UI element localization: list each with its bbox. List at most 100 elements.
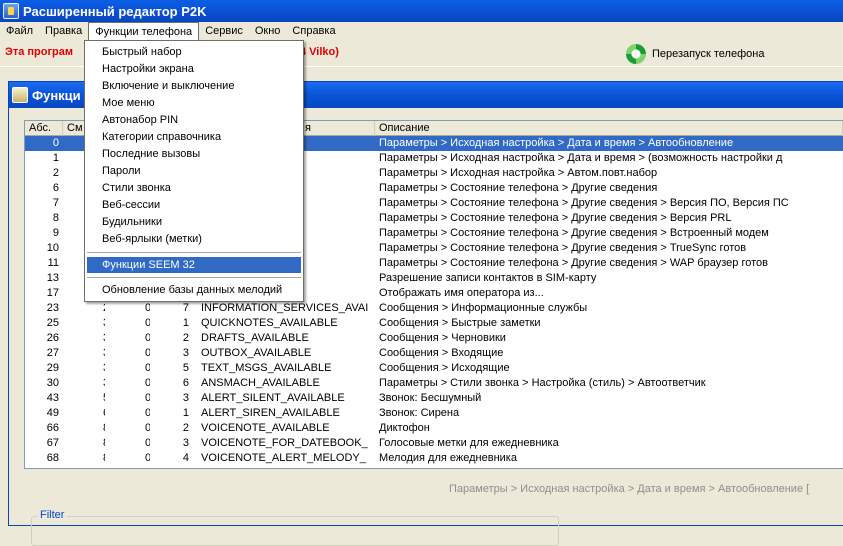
inner-window-title: Функци	[32, 87, 81, 103]
cell-description: Параметры > Исходная настройка > Дата и …	[379, 137, 734, 149]
filter-group	[31, 516, 559, 546]
restart-icon	[626, 44, 646, 64]
menu-item-my-menu[interactable]: Мое меню	[87, 95, 301, 111]
cell-description: Сообщения > Входящие	[379, 347, 504, 359]
menu-item-auto-pin[interactable]: Автонабор PIN	[87, 112, 301, 128]
menu-item-web-sessions[interactable]: Веб-сессии	[87, 197, 301, 213]
cell-offset: 3	[63, 346, 105, 361]
cell-description: Сообщения > Исходящие	[379, 362, 510, 374]
cell-description: Разрешение записи контактов в SIM-карту	[379, 272, 597, 284]
table-row[interactable]: 49 606 1 ALERT_SIREN_AVAILABLE Звонок: Сирен…	[25, 406, 843, 421]
cell-name: ANSMACH_AVAILABLE	[201, 377, 320, 389]
status-path: Параметры > Исходная настройка > Дата и …	[449, 483, 810, 495]
cell-description: Сообщения > Черновики	[379, 332, 506, 344]
cell-abs: 7	[52, 197, 59, 209]
window-title-bar: Расширенный редактор P2K	[0, 0, 843, 22]
cell-abs: 2	[52, 167, 59, 179]
cell-offset: 3	[63, 331, 105, 346]
menu-edit[interactable]: Правка	[39, 22, 88, 41]
menu-item-phonebook-categories[interactable]: Категории справочника	[87, 129, 301, 145]
column-header-description[interactable]: Описание	[375, 121, 843, 136]
filter-label: Filter	[37, 509, 68, 521]
menu-item-seem-32[interactable]: Функции SEEM 32	[87, 257, 301, 273]
table-row[interactable]: 67 808 3 VOICENOTE_FOR_DATEBOOK_ Голосовые м…	[25, 436, 843, 451]
menu-item-web-shortcuts[interactable]: Веб-ярлыки (метки)	[87, 231, 301, 247]
restart-phone-label: Перезапуск телефона	[652, 48, 765, 60]
cell-abs: 68	[46, 452, 59, 464]
warning-text-tail: 4 Vilko)	[300, 46, 339, 58]
menu-file[interactable]: Файл	[0, 22, 39, 41]
restart-phone-button[interactable]: Перезапуск телефона	[626, 43, 764, 65]
menu-item-update-melody-db[interactable]: Обновление базы данных мелодий	[87, 282, 301, 298]
cell-bit: 2	[182, 332, 189, 344]
cell-abs: 30	[46, 377, 59, 389]
table-row[interactable]: 29 303 5 TEXT_MSGS_AVAILABLE Сообщения > Исх…	[25, 361, 843, 376]
cell-byte: 08	[105, 451, 150, 466]
menu-service[interactable]: Сервис	[199, 22, 249, 41]
cell-abs: 49	[46, 407, 59, 419]
cell-offset: 8	[63, 436, 105, 451]
cell-description: Мелодия для ежедневника	[379, 452, 517, 464]
window-title: Расширенный редактор P2K	[23, 3, 207, 19]
cell-description: Параметры > Исходная настройка > Дата и …	[379, 152, 783, 164]
cell-abs: 10	[46, 242, 59, 254]
cell-bit: 7	[182, 302, 189, 314]
cell-name: TEXT_MSGS_AVAILABLE	[201, 362, 332, 374]
cell-description: Голосовые метки для ежедневника	[379, 437, 559, 449]
cell-abs: 23	[46, 302, 59, 314]
menu-item-power-on-off[interactable]: Включение и выключение	[87, 78, 301, 94]
menu-item-ring-styles[interactable]: Стили звонка	[87, 180, 301, 196]
cell-name: OUTBOX_AVAILABLE	[201, 347, 312, 359]
cell-offset: 8	[63, 451, 105, 466]
cell-byte: 02	[105, 301, 150, 316]
cell-bit: 2	[182, 422, 189, 434]
menu-help[interactable]: Справка	[286, 22, 341, 41]
column-header-abs[interactable]: Абс.	[25, 121, 63, 136]
table-row[interactable]: 23 202 7 INFORMATION_SERVICES_AVAI Сообщения…	[25, 301, 843, 316]
cell-byte: 05	[105, 391, 150, 406]
app-icon	[3, 3, 19, 19]
cell-description: Сообщения > Информационные службы	[379, 302, 588, 314]
cell-bit: 3	[182, 437, 189, 449]
cell-bit: 4	[182, 452, 189, 464]
cell-offset: 8	[63, 421, 105, 436]
cell-name: ALERT_SIREN_AVAILABLE	[201, 407, 340, 419]
cell-description: Параметры > Стили звонка > Настройка (ст…	[379, 377, 706, 389]
cell-bit: 6	[182, 377, 189, 389]
table-row[interactable]: 26 303 2 DRAFTS_AVAILABLE Сообщения > Чернов…	[25, 331, 843, 346]
cell-description: Диктофон	[379, 422, 430, 434]
menu-separator	[87, 277, 301, 278]
warning-text: Эта програм	[5, 46, 74, 58]
menu-item-alarms[interactable]: Будильники	[87, 214, 301, 230]
cell-byte: 03	[105, 316, 150, 331]
phone-functions-menu: Быстрый набор Настройки экрана Включение…	[84, 40, 304, 302]
cell-abs: 43	[46, 392, 59, 404]
cell-name: VOICENOTE_ALERT_MELODY_	[201, 452, 366, 464]
table-row[interactable]: 25 303 1 QUICKNOTES_AVAILABLE Сообщения > Бы…	[25, 316, 843, 331]
menu-window[interactable]: Окно	[249, 22, 287, 41]
menu-item-passwords[interactable]: Пароли	[87, 163, 301, 179]
menu-item-speed-dial[interactable]: Быстрый набор	[87, 44, 301, 60]
cell-byte: 08	[105, 436, 150, 451]
cell-abs: 29	[46, 362, 59, 374]
cell-abs: 8	[52, 212, 59, 224]
table-row[interactable]: 68 808 4 VOICENOTE_ALERT_MELODY_ Мелодия для…	[25, 451, 843, 466]
table-row[interactable]: 66 808 2 VOICENOTE_AVAILABLE Диктофон	[25, 421, 843, 436]
menu-phone-functions[interactable]: Функции телефона	[88, 22, 200, 41]
cell-name: VOICENOTE_FOR_DATEBOOK_	[201, 437, 368, 449]
cell-bit: 5	[182, 362, 189, 374]
cell-byte: 03	[105, 361, 150, 376]
table-row[interactable]: 43 505 3 ALERT_SILENT_AVAILABLE Звонок: Бесш…	[25, 391, 843, 406]
table-row[interactable]: 273033OUTBOX_AVAILABLEСообщения > Входящ…	[25, 346, 843, 361]
cell-byte: 08	[105, 421, 150, 436]
cell-offset: 3	[63, 316, 105, 331]
table-row[interactable]: 30 303 6 ANSMACH_AVAILABLE Параметры > Стили…	[25, 376, 843, 391]
cell-abs: 9	[52, 227, 59, 239]
menu-item-screen-settings[interactable]: Настройки экрана	[87, 61, 301, 77]
cell-name: ALERT_SILENT_AVAILABLE	[201, 392, 345, 404]
cell-abs: 27	[46, 347, 59, 359]
menu-item-recent-calls[interactable]: Последние вызовы	[87, 146, 301, 162]
cell-bit: 1	[182, 407, 189, 419]
cell-abs: 17	[46, 287, 59, 299]
cell-description: Сообщения > Быстрые заметки	[379, 317, 541, 329]
